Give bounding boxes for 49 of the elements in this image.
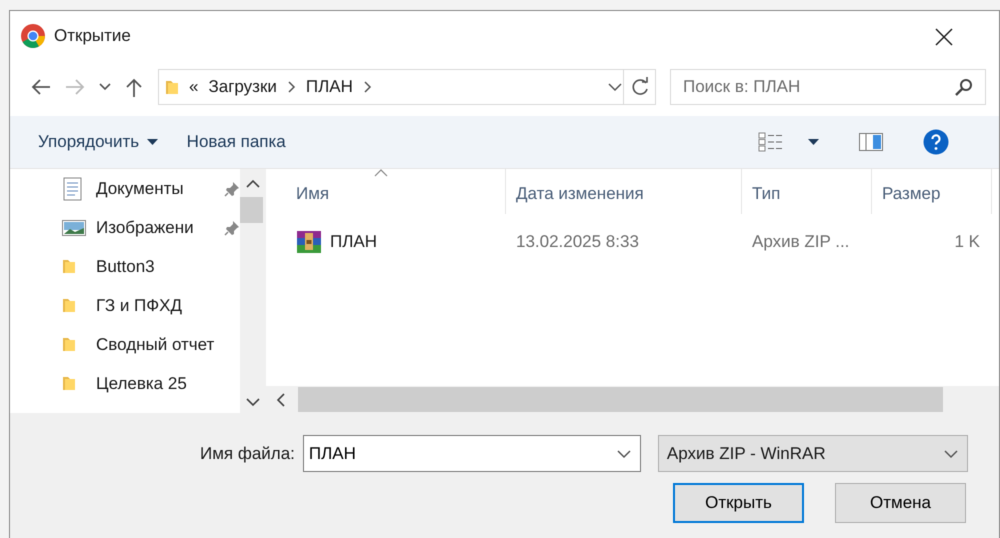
- document-icon: [62, 176, 84, 200]
- chevron-right-icon[interactable]: [286, 80, 296, 94]
- caret-icon: [808, 138, 819, 146]
- refresh-icon: [630, 77, 650, 97]
- chevron-right-icon[interactable]: [362, 80, 372, 94]
- scroll-thumb[interactable]: [298, 387, 943, 412]
- refresh-button[interactable]: [624, 69, 656, 105]
- window-title: Открытие: [54, 25, 131, 48]
- archive-icon: [296, 230, 322, 254]
- folder-icon: [165, 78, 179, 96]
- preview-pane-icon: [859, 133, 883, 151]
- new-folder-button[interactable]: Новая папка: [176, 123, 296, 161]
- up-arrow-icon: [124, 77, 144, 97]
- address-bar[interactable]: « Загрузки ПЛАН: [158, 69, 624, 105]
- search-field[interactable]: Поиск в: ПЛАН: [670, 69, 986, 105]
- nav-item[interactable]: ГЗ и ПФХД: [96, 292, 214, 318]
- breadcrumb[interactable]: ПЛАН: [306, 74, 353, 100]
- organize-button[interactable]: Упорядочить: [28, 123, 168, 161]
- file-size: 1 K: [954, 232, 980, 252]
- file-name-field[interactable]: ПЛАН: [302, 435, 641, 472]
- file-type-select[interactable]: Архив ZIP - WinRAR: [658, 435, 968, 472]
- vertical-scrollbar[interactable]: [240, 169, 265, 413]
- right-arrow-icon: [64, 77, 86, 97]
- nav-item[interactable]: Сводный отчет: [96, 332, 214, 358]
- nav-item[interactable]: Button3: [96, 254, 214, 280]
- scroll-up-icon[interactable]: [246, 179, 260, 189]
- scroll-down-icon[interactable]: [246, 397, 260, 407]
- breadcrumb[interactable]: Загрузки: [208, 74, 277, 100]
- breadcrumb-overflow[interactable]: «: [189, 74, 198, 100]
- list-view-icon: [758, 132, 784, 152]
- nav-item[interactable]: Целевка 25: [96, 370, 214, 396]
- file-date: 13.02.2025 8:33: [516, 232, 639, 252]
- nav-item[interactable]: Документы: [96, 176, 214, 202]
- nav-item[interactable]: Изображени: [96, 214, 214, 240]
- picture-icon: [62, 218, 86, 238]
- help-icon: [923, 129, 949, 155]
- caret-icon: [147, 138, 158, 146]
- open-button[interactable]: Открыть: [673, 483, 804, 523]
- scroll-left-icon[interactable]: [276, 392, 286, 406]
- app-icon: [20, 23, 46, 49]
- scroll-thumb[interactable]: [240, 197, 265, 223]
- file-name-label: Имя файла:: [200, 442, 295, 465]
- file-name[interactable]: ПЛАН: [330, 229, 377, 255]
- search-icon: [954, 77, 974, 97]
- left-arrow-icon: [30, 77, 52, 97]
- file-type: Архив ZIP ...: [752, 232, 850, 252]
- cancel-button[interactable]: Отмена: [835, 483, 966, 523]
- close-icon: [935, 28, 953, 46]
- horizontal-scrollbar[interactable]: [266, 386, 999, 413]
